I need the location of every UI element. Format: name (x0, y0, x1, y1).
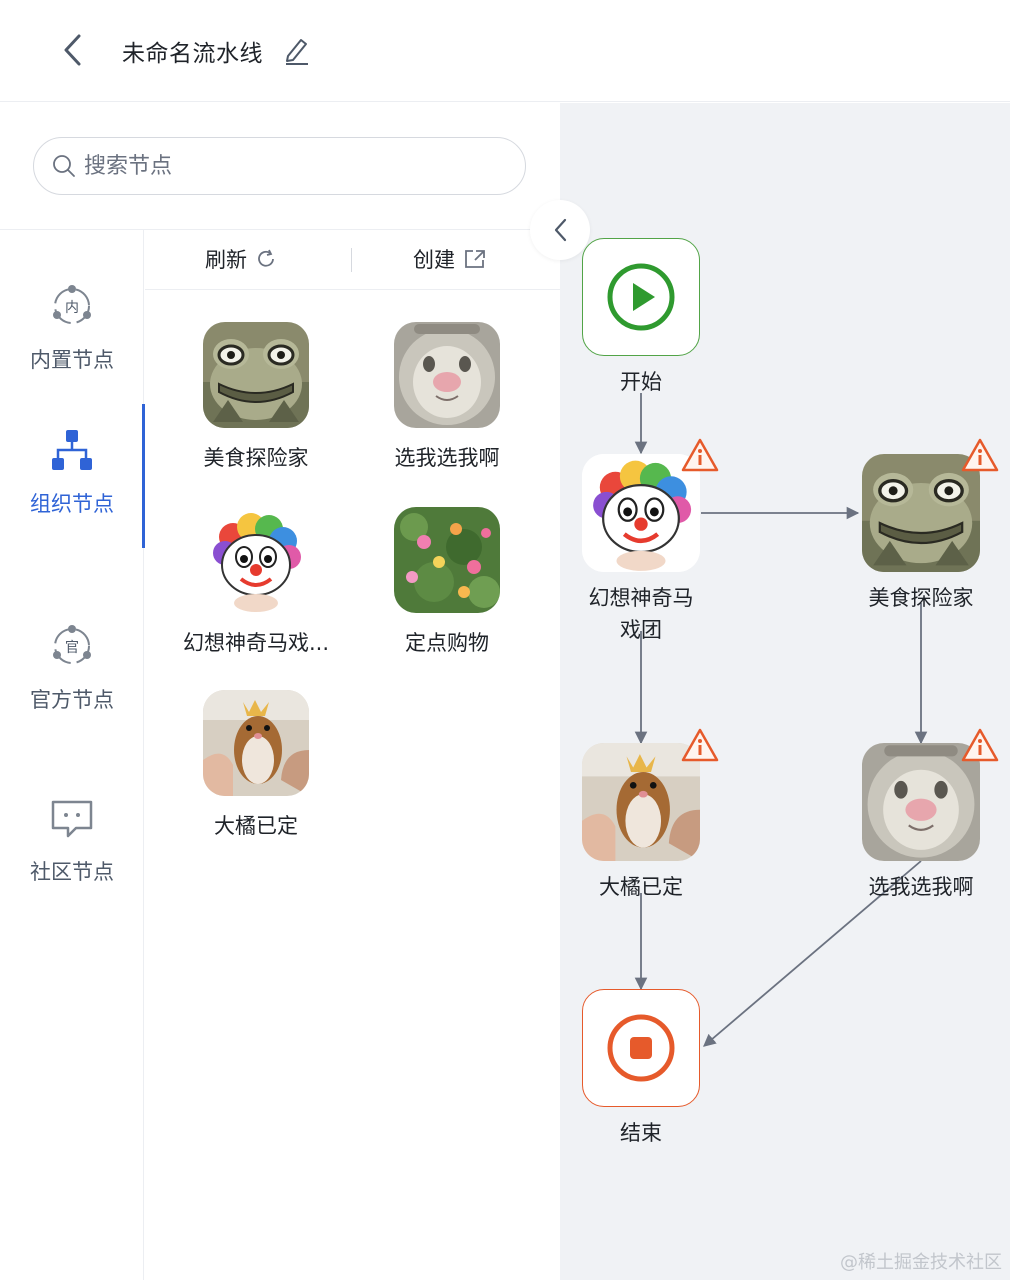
end-label: 结束 (620, 1121, 662, 1145)
node-label: 定点购物 (405, 631, 489, 655)
warning-icon[interactable] (680, 437, 720, 473)
refresh-icon (258, 249, 274, 267)
toolbar-divider (351, 248, 352, 272)
category-rail: 内 内置节点 组织节点 官 官方节点 社区节点 (0, 230, 145, 1280)
cat-thumbnail (394, 322, 500, 428)
flow-node-label: 大橘已定 (599, 875, 683, 899)
hamster-thumbnail (203, 690, 309, 796)
flow-node-label: 美食探险家 (868, 586, 974, 610)
flow-node-label-line: 戏团 (620, 618, 662, 642)
external-link-icon (465, 250, 485, 268)
header: 未命名流水线 (0, 0, 1010, 102)
category-label: 官方节点 (30, 688, 114, 712)
collapse-panel-button[interactable] (530, 200, 590, 260)
official-badge: 官 (65, 640, 79, 656)
warning-icon[interactable] (960, 727, 1000, 763)
pencil-icon (286, 39, 308, 65)
flow-node-label: 选我选我啊 (868, 875, 974, 899)
watermark: @稀土掘金技术社区 (840, 1252, 1002, 1273)
category-builtin[interactable]: 内 内置节点 (0, 260, 144, 404)
node-card[interactable]: 选我选我啊 (352, 322, 542, 472)
frog-thumbnail (203, 322, 309, 428)
builtin-badge: 内 (65, 300, 79, 316)
play-icon (607, 263, 675, 331)
flow-node-label: 幻想神奇马 戏团 (561, 582, 721, 646)
node-label: 美食探险家 (203, 446, 309, 470)
refresh-button[interactable]: 刷新 (205, 244, 277, 274)
category-label: 组织节点 (30, 492, 114, 516)
category-community[interactable]: 社区节点 (0, 772, 144, 916)
search-icon (53, 155, 75, 177)
edit-title-button[interactable] (282, 34, 312, 66)
category-label: 内置节点 (30, 348, 114, 372)
warning-icon[interactable] (680, 727, 720, 763)
create-label: 创建 (413, 248, 455, 272)
node-label: 大橘已定 (214, 814, 298, 838)
node-label: 幻想神奇马戏... (182, 631, 330, 655)
start-node[interactable] (582, 238, 700, 356)
org-tree-icon (52, 430, 92, 470)
chevron-left-icon (554, 218, 567, 242)
node-label: 选我选我啊 (394, 446, 500, 470)
warning-icon[interactable] (960, 437, 1000, 473)
flowers-thumbnail (394, 507, 500, 613)
pipeline-canvas[interactable]: 开始 幻想神奇马 戏团 美食探险家 大橘已定 选我选我啊 结束 @稀土掘金技术社… (560, 103, 1010, 1280)
category-official[interactable]: 官 官方节点 (0, 600, 144, 744)
flow-node-label-line: 幻想神奇马 (588, 586, 694, 610)
category-org[interactable]: 组织节点 (0, 404, 145, 548)
builtin-node-icon: 内 (53, 285, 91, 324)
node-card[interactable]: 美食探险家 (161, 322, 351, 472)
node-card[interactable]: 定点购物 (352, 507, 542, 657)
back-button[interactable] (52, 30, 92, 70)
start-label: 开始 (620, 370, 662, 394)
node-toolbar: 刷新 创建 (145, 230, 560, 290)
official-node-icon: 官 (53, 625, 91, 664)
node-library-panel: 内 内置节点 组织节点 官 官方节点 (0, 103, 560, 1280)
clown-thumbnail (203, 507, 309, 613)
stop-icon (607, 1014, 675, 1082)
category-label: 社区节点 (30, 860, 114, 884)
chat-bubble-icon (51, 800, 93, 838)
search-box[interactable] (33, 137, 526, 195)
node-card[interactable]: 幻想神奇马戏... (161, 507, 351, 657)
search-input[interactable] (84, 153, 484, 179)
page-title: 未命名流水线 (122, 41, 263, 67)
end-node[interactable] (582, 989, 700, 1107)
chevron-left-icon (64, 34, 81, 66)
node-card[interactable]: 大橘已定 (161, 690, 351, 840)
create-button[interactable]: 创建 (413, 244, 487, 274)
refresh-label: 刷新 (205, 248, 247, 272)
